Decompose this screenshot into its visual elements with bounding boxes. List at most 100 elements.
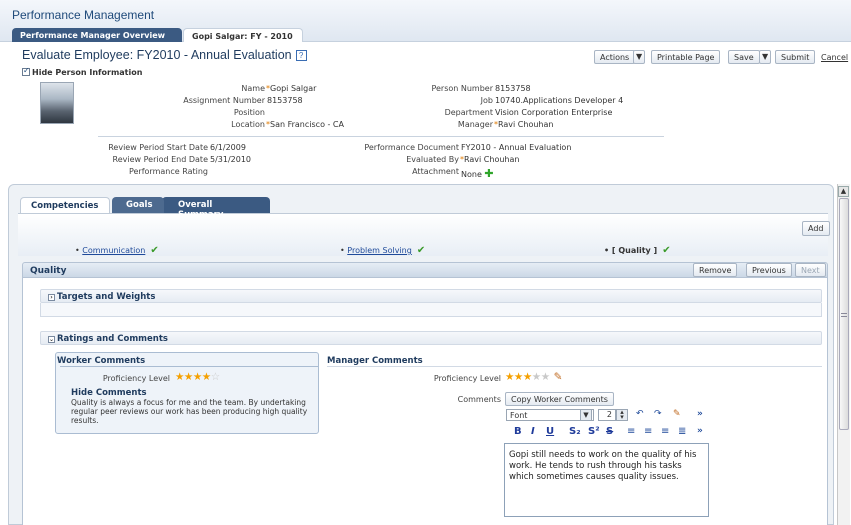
attachment-text: None bbox=[461, 170, 482, 179]
tab-goals[interactable]: Goals bbox=[112, 197, 164, 213]
clear-rating-icon[interactable]: ✎ bbox=[554, 371, 563, 383]
manager-proficiency-stars[interactable]: ★★★★★ ✎ bbox=[505, 371, 562, 383]
strikethrough-icon[interactable]: S bbox=[606, 426, 613, 437]
hide-comments-link[interactable]: Hide Comments bbox=[71, 388, 147, 398]
department-label: Department bbox=[444, 108, 493, 117]
next-button: Next bbox=[795, 263, 826, 277]
review-start-value: 6/1/2009 bbox=[210, 143, 246, 152]
hide-person-info-label: Hide Person Information bbox=[32, 68, 143, 77]
divider bbox=[327, 366, 822, 367]
previous-button[interactable]: Previous bbox=[746, 263, 792, 277]
eraser-icon[interactable]: ✎ bbox=[673, 409, 681, 419]
scrollbar-grip-icon bbox=[841, 313, 847, 317]
add-button[interactable]: Add bbox=[802, 221, 830, 236]
bold-icon[interactable]: B bbox=[514, 426, 522, 437]
location-text: San Francisco - CA bbox=[270, 120, 344, 129]
assignment-value: 8153758 bbox=[267, 96, 303, 105]
problem-solving-link[interactable]: Problem Solving bbox=[347, 246, 412, 255]
worker-proficiency-stars: ★★★★☆ bbox=[175, 371, 220, 383]
help-icon[interactable]: ? bbox=[295, 50, 307, 62]
align-right-icon[interactable]: ≡ bbox=[661, 426, 669, 437]
tab-gopi-salgar[interactable]: Gopi Salgar: FY - 2010 bbox=[183, 28, 303, 42]
subscript-icon[interactable]: S₂ bbox=[569, 426, 581, 437]
cancel-button[interactable]: Cancel bbox=[821, 53, 848, 62]
performance-doc-value: FY2010 - Annual Evaluation bbox=[461, 143, 572, 152]
location-label: Location bbox=[231, 120, 265, 129]
job-value: 10740.Applications Developer 4 bbox=[495, 96, 624, 105]
comments-label: Comments bbox=[457, 395, 501, 404]
evaluated-by-label: Evaluated By bbox=[406, 155, 459, 164]
competency-communication: • Communication ✔ bbox=[75, 245, 159, 256]
app-title: Performance Management bbox=[12, 8, 155, 22]
ratings-comments-label: Ratings and Comments bbox=[57, 334, 168, 344]
expand-icon[interactable]: › bbox=[48, 294, 55, 301]
location-value: *San Francisco - CA bbox=[266, 120, 344, 129]
save-button[interactable]: Save bbox=[728, 50, 760, 64]
actions-dropdown-icon[interactable]: ▼ bbox=[633, 50, 645, 64]
targets-weights-header[interactable]: › Targets and Weights bbox=[48, 292, 155, 302]
targets-weights-body bbox=[40, 303, 822, 317]
assignment-label: Assignment Number bbox=[183, 96, 265, 105]
divider bbox=[60, 366, 318, 367]
chevron-down-icon[interactable]: ▼ bbox=[580, 409, 592, 421]
italic-icon[interactable]: I bbox=[531, 426, 535, 437]
star-icon[interactable]: ★ bbox=[514, 371, 523, 383]
competency-problem-solving: • Problem Solving ✔ bbox=[340, 245, 426, 256]
department-value: Vision Corporation Enterprise bbox=[495, 108, 613, 117]
performance-rating-label: Performance Rating bbox=[128, 167, 208, 176]
submit-button[interactable]: Submit bbox=[775, 50, 816, 64]
save-dropdown-icon[interactable]: ▼ bbox=[759, 50, 771, 64]
targets-weights-section[interactable] bbox=[40, 289, 822, 303]
targets-weights-label: Targets and Weights bbox=[57, 292, 156, 302]
collapse-icon[interactable]: ⌄ bbox=[48, 336, 55, 343]
person-number-label: Person Number bbox=[431, 84, 493, 93]
manager-comments-header: Manager Comments bbox=[327, 356, 423, 366]
quality-current-label: [ Quality ] bbox=[611, 246, 658, 255]
person-number-value: 8153758 bbox=[495, 84, 531, 93]
scroll-up-icon[interactable]: ▲ bbox=[838, 186, 849, 197]
redo-icon[interactable]: ↷ bbox=[654, 409, 662, 419]
copy-worker-comments-button[interactable]: Copy Worker Comments bbox=[505, 392, 614, 406]
worker-comment-text: Quality is always a focus for me and the… bbox=[71, 398, 308, 425]
checkbox-icon[interactable] bbox=[22, 66, 30, 76]
evaluated-by-value: *Ravi Chouhan bbox=[460, 155, 519, 164]
printable-page-button[interactable]: Printable Page bbox=[651, 50, 721, 64]
tab-competencies[interactable]: Competencies bbox=[20, 197, 110, 213]
undo-icon[interactable]: ↶ bbox=[636, 409, 644, 419]
page-title-text: Evaluate Employee: FY2010 - Annual Evalu… bbox=[22, 48, 292, 62]
star-icon: ★ bbox=[201, 371, 211, 383]
star-empty-icon[interactable]: ★ bbox=[541, 371, 550, 383]
align-left-icon[interactable]: ≡ bbox=[627, 426, 635, 437]
worker-proficiency-label: Proficiency Level bbox=[102, 374, 170, 383]
page-title: Evaluate Employee: FY2010 - Annual Evalu… bbox=[22, 48, 307, 62]
star-icon[interactable]: ★ bbox=[523, 371, 532, 383]
tab-overall-summary[interactable]: Overall Summary bbox=[162, 197, 270, 220]
justify-icon[interactable]: ≣ bbox=[678, 426, 686, 437]
manager-proficiency-label: Proficiency Level bbox=[433, 374, 501, 383]
name-value: *Gopi Salgar bbox=[266, 84, 316, 93]
tab-performance-manager-overview[interactable]: Performance Manager Overview bbox=[12, 28, 182, 42]
manager-label: Manager bbox=[457, 120, 493, 129]
manager-text: Ravi Chouhan bbox=[498, 120, 554, 129]
superscript-icon[interactable]: S² bbox=[588, 426, 600, 437]
competency-quality: • [ Quality ] ✔ bbox=[604, 245, 671, 256]
size-spinner-icon[interactable]: ▴ ▾ bbox=[616, 409, 628, 421]
font-size-input[interactable]: 2 bbox=[598, 409, 616, 421]
actions-button[interactable]: Actions bbox=[594, 50, 636, 64]
more-icon[interactable]: » bbox=[697, 409, 703, 419]
quality-title: Quality bbox=[30, 266, 67, 276]
attachment-value: None ✚ bbox=[461, 167, 494, 180]
add-attachment-icon[interactable]: ✚ bbox=[484, 167, 493, 180]
align-center-icon[interactable]: ≡ bbox=[644, 426, 652, 437]
underline-icon[interactable]: U bbox=[546, 426, 554, 437]
communication-link[interactable]: Communication bbox=[82, 246, 145, 255]
manager-value: *Ravi Chouhan bbox=[494, 120, 553, 129]
manager-comments-textarea[interactable]: Gopi still needs to work on the quality … bbox=[504, 443, 709, 517]
star-empty-icon[interactable]: ★ bbox=[532, 371, 541, 383]
remove-button[interactable]: Remove bbox=[693, 263, 738, 277]
name-label: Name bbox=[241, 84, 265, 93]
ratings-comments-header[interactable]: ⌄ Ratings and Comments bbox=[48, 334, 168, 344]
star-icon[interactable]: ★ bbox=[505, 371, 514, 383]
hide-person-info-toggle[interactable]: Hide Person Information bbox=[22, 66, 143, 77]
more-icon[interactable]: » bbox=[697, 426, 703, 436]
